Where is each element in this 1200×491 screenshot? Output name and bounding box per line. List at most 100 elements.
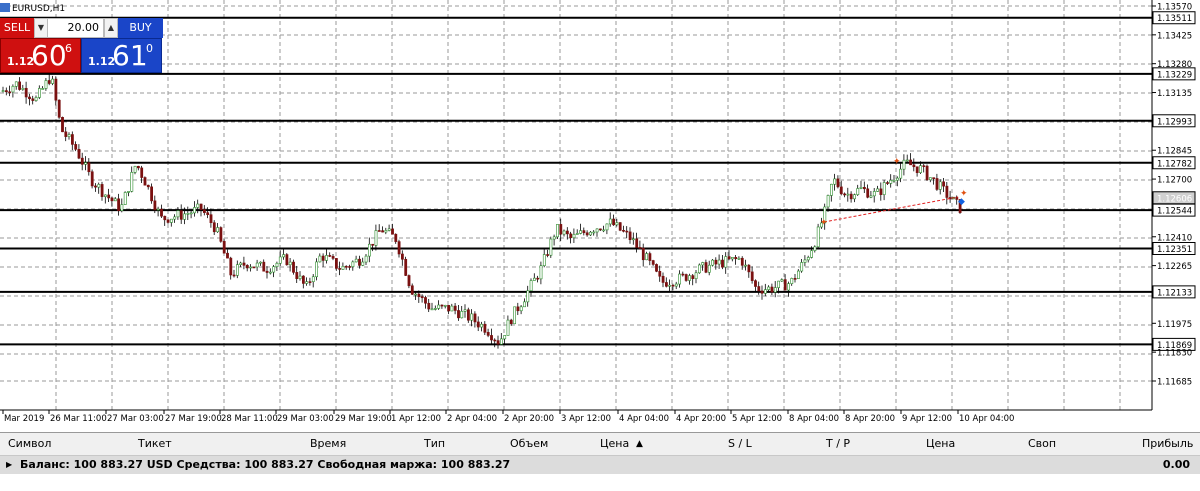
sell-price-pip: 6 xyxy=(65,42,72,55)
price-tick-label: 1.12782 xyxy=(1157,159,1192,169)
candle xyxy=(252,266,256,269)
price-tick: 1.13229 xyxy=(1152,67,1196,81)
sell-button[interactable]: SELL xyxy=(0,18,34,38)
candle xyxy=(57,99,61,119)
time-tick-label: Mar 2019 xyxy=(4,414,44,424)
price-tick-label: 1.12845 xyxy=(1157,147,1192,157)
price-tick: 1.12410 xyxy=(1152,233,1192,243)
price-tick-label: 1.12351 xyxy=(1157,245,1192,255)
col-time[interactable]: Время xyxy=(310,433,346,455)
price-tick-label: 1.11975 xyxy=(1157,320,1192,330)
price-tick-label: 1.13135 xyxy=(1157,89,1192,99)
time-tick-label: 8 Apr 20:00 xyxy=(845,414,895,424)
col-price[interactable]: Цена xyxy=(600,433,629,455)
price-tick-label: 1.12993 xyxy=(1157,117,1192,127)
price-tick: 1.13135 xyxy=(1152,89,1192,99)
balance-text: Баланс: 100 883.27 USD Средства: 100 883… xyxy=(20,458,511,471)
col-sl[interactable]: S / L xyxy=(728,433,752,455)
terminal-panel: Символ Тикет Время Тип Объем Цена ▲ S / … xyxy=(0,432,1200,491)
sell-price-main: 60 xyxy=(31,39,67,72)
candle xyxy=(292,259,295,275)
col-symbol[interactable]: Символ xyxy=(8,433,51,455)
terminal-header: Символ Тикет Время Тип Объем Цена ▲ S / … xyxy=(0,433,1200,456)
price-tick-label: 1.13570 xyxy=(1157,3,1192,13)
chevron-down-icon[interactable]: ▼ xyxy=(34,18,48,38)
time-tick-label: 8 Apr 04:00 xyxy=(789,414,839,424)
time-tick-label: 3 Apr 12:00 xyxy=(561,414,611,424)
price-tick: 1.12265 xyxy=(1152,262,1192,272)
collapse-icon[interactable]: ▶ xyxy=(6,456,12,474)
time-tick-label: 28 Mar 11:00 xyxy=(221,414,278,424)
col-type[interactable]: Тип xyxy=(424,433,445,455)
lot-size-input[interactable]: 20.00 xyxy=(48,18,104,38)
col-profit[interactable]: Прибыль xyxy=(1142,433,1193,455)
candle xyxy=(222,239,226,254)
price-tick: 1.12133 xyxy=(1152,285,1196,299)
price-tick-label: 1.12410 xyxy=(1157,233,1192,243)
time-tick-label: 5 Apr 12:00 xyxy=(732,414,782,424)
price-chart[interactable]: ✦✦✦◆ 1.135701.135111.134251.132801.13229… xyxy=(0,0,1200,428)
price-tick-label: 1.12606 xyxy=(1157,194,1192,204)
sell-price-box[interactable]: 1.12 60 6 xyxy=(0,38,81,73)
time-tick-label: 2 Apr 20:00 xyxy=(504,414,554,424)
time-tick-label: 26 Mar 11:00 xyxy=(50,414,107,424)
price-tick: 1.13511 xyxy=(1152,11,1196,25)
time-tick-label: 27 Mar 03:00 xyxy=(107,414,164,424)
chart-symbol-header: EURUSD,H1 xyxy=(0,2,65,16)
price-tick: 1.12993 xyxy=(1152,114,1196,128)
price-tick: 1.12782 xyxy=(1152,156,1196,170)
col-ticket[interactable]: Тикет xyxy=(138,433,172,455)
buy-button[interactable]: BUY xyxy=(118,18,163,38)
time-tick-label: 4 Apr 04:00 xyxy=(619,414,669,424)
balance-row: ▶ Баланс: 100 883.27 USD Средства: 100 8… xyxy=(0,456,1200,474)
chart-icon xyxy=(0,3,10,12)
price-tick-label: 1.12700 xyxy=(1157,176,1192,186)
candle xyxy=(549,236,553,258)
candle xyxy=(90,169,94,189)
candle xyxy=(61,116,64,133)
price-tick: 1.13570 xyxy=(1152,3,1192,13)
chevron-up-icon[interactable]: ▲ xyxy=(104,18,118,38)
candle xyxy=(684,273,688,282)
trade-arrow-icon: ✦ xyxy=(820,218,828,228)
candle xyxy=(556,224,559,240)
time-tick-label: 10 Apr 04:00 xyxy=(959,414,1014,424)
trade-arrow-icon: ✦ xyxy=(893,157,901,167)
buy-price-pip: 0 xyxy=(146,42,153,55)
col-swap[interactable]: Своп xyxy=(1028,433,1056,455)
candle xyxy=(618,222,622,232)
price-tick-label: 1.12265 xyxy=(1157,262,1192,272)
price-tick-label: 1.11830 xyxy=(1157,349,1192,359)
price-tick: 1.11685 xyxy=(1152,378,1192,388)
time-tick-label: 9 Apr 12:00 xyxy=(902,414,952,424)
sort-up-icon[interactable]: ▲ xyxy=(636,433,643,455)
price-tick-label: 1.13229 xyxy=(1157,70,1192,80)
candle xyxy=(285,253,289,266)
time-tick-label: 4 Apr 20:00 xyxy=(676,414,726,424)
candle xyxy=(150,183,154,204)
price-tick: 1.12700 xyxy=(1152,176,1192,186)
candle xyxy=(404,256,408,277)
price-tick-label: 1.13511 xyxy=(1157,14,1192,24)
symbol-label: EURUSD,H1 xyxy=(12,4,66,14)
candle xyxy=(143,176,147,186)
buy-price-box[interactable]: 1.12 61 0 xyxy=(81,38,162,73)
col-current-price[interactable]: Цена xyxy=(926,433,955,455)
price-tick-label: 1.12544 xyxy=(1157,207,1192,217)
price-tick: 1.12351 xyxy=(1152,242,1196,256)
time-tick-label: 1 Apr 12:00 xyxy=(391,414,441,424)
time-tick-label: 2 Apr 04:00 xyxy=(447,414,497,424)
price-tick: 1.12544 xyxy=(1152,203,1196,217)
buy-price-main: 61 xyxy=(112,39,148,72)
price-tick: 1.13425 xyxy=(1152,31,1192,41)
price-tick: 1.11830 xyxy=(1152,349,1192,359)
col-volume[interactable]: Объем xyxy=(510,433,548,455)
col-tp[interactable]: T / P xyxy=(826,433,850,455)
candle xyxy=(655,263,658,273)
candle xyxy=(219,226,223,243)
chart-area[interactable]: ✦ ✦ ✦ ◆ 1.13570 1.13511 1.13425 1.13280 1.13229… xyxy=(0,0,1200,428)
time-tick-label: 29 Mar 19:00 xyxy=(335,414,392,424)
time-tick-label: 29 Mar 03:00 xyxy=(277,414,334,424)
candle xyxy=(711,258,715,267)
balance-profit: 0.00 xyxy=(1162,458,1190,471)
